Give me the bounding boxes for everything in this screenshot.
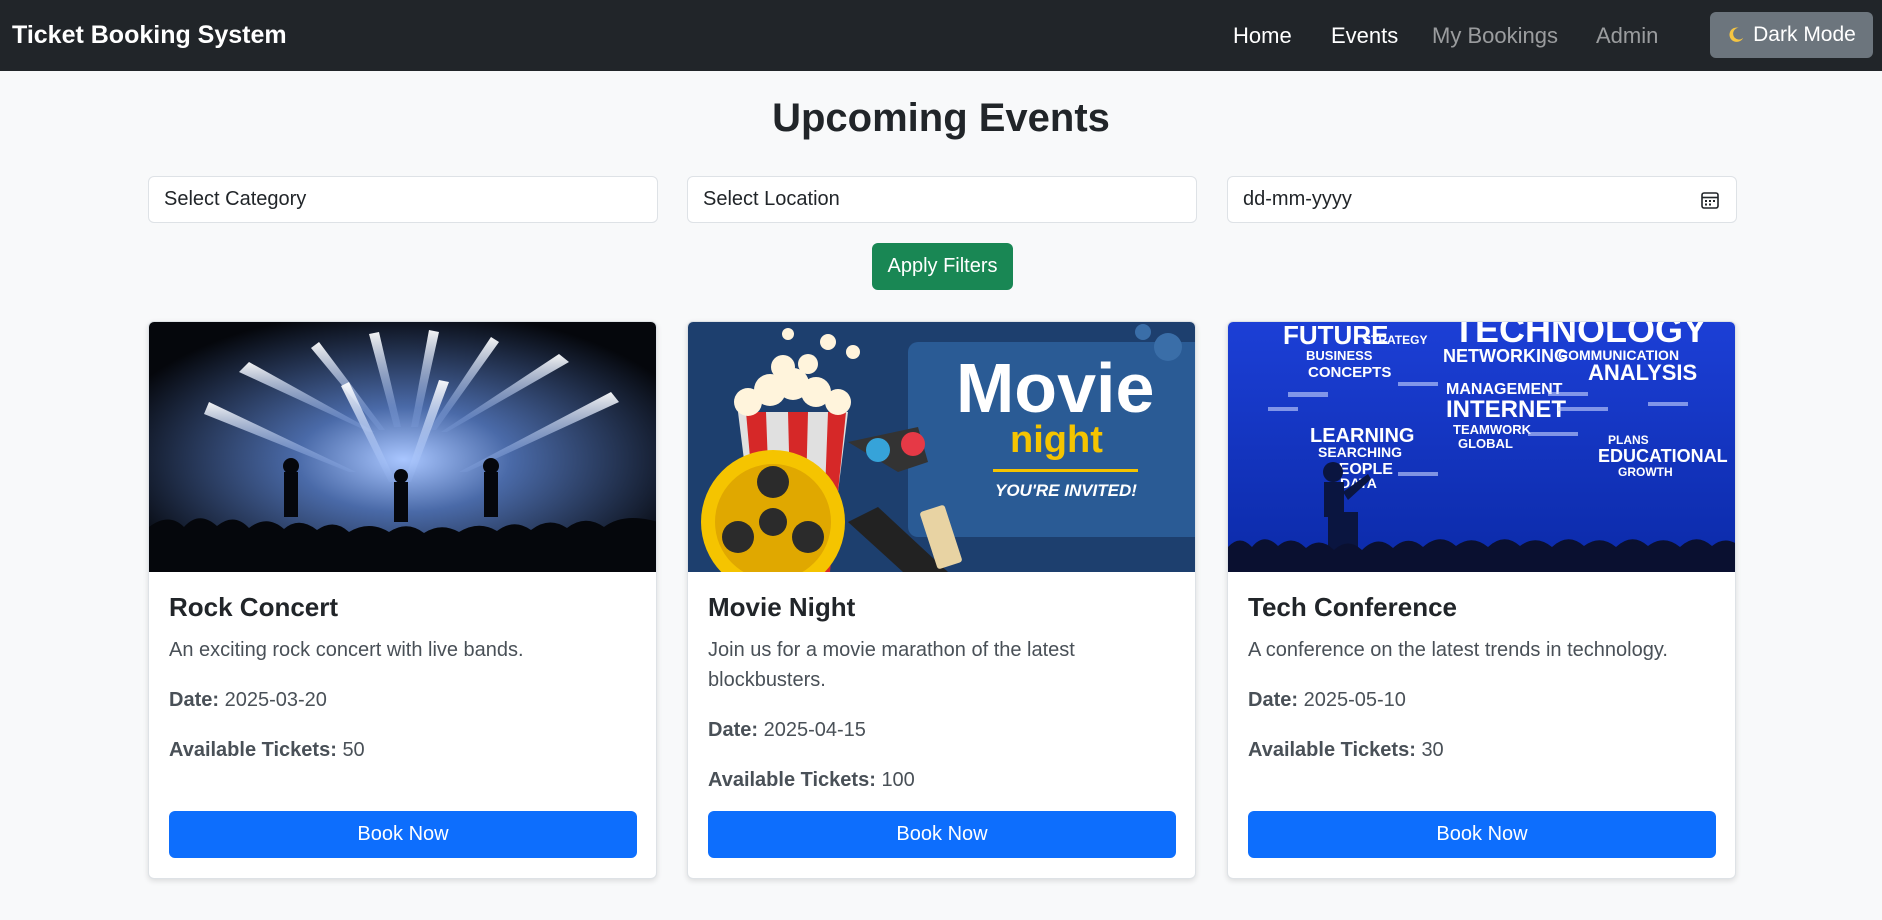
apply-filters-button[interactable]: Apply Filters xyxy=(872,243,1013,290)
event-tickets-label: Available Tickets: xyxy=(169,739,337,762)
navbar: Ticket Booking System Home Events My Boo… xyxy=(0,0,1882,71)
event-title: Movie Night xyxy=(708,592,856,622)
movie-image-tag: YOU'RE INVITED! xyxy=(995,481,1137,500)
page-title: Upcoming Events xyxy=(772,96,1110,140)
book-now-button[interactable]: Book Now xyxy=(169,811,637,858)
brand-title[interactable]: Ticket Booking System xyxy=(12,0,287,71)
event-date: Date: 2025-03-20 xyxy=(169,685,639,715)
event-tickets-label: Available Tickets: xyxy=(708,769,876,792)
tech-word: GLOBAL xyxy=(1458,436,1513,451)
event-card: Movie night YOU'RE INVITED! Movie Night … xyxy=(687,321,1196,879)
date-input[interactable]: dd-mm-yyyy xyxy=(1227,176,1737,223)
tech-word: NETWORKING xyxy=(1443,346,1568,366)
tech-word: PLANS xyxy=(1608,433,1649,447)
event-tickets-value: 30 xyxy=(1421,739,1444,762)
dark-mode-button[interactable]: Dark Mode xyxy=(1710,12,1873,58)
tech-word: STRATEGY xyxy=(1363,333,1427,347)
tech-word: GROWTH xyxy=(1618,465,1673,479)
event-description: A conference on the latest trends in tec… xyxy=(1248,639,1668,662)
movie-image-subtitle: night xyxy=(1010,419,1103,461)
movie-image-title: Movie xyxy=(956,349,1154,427)
event-description: An exciting rock concert with live bands… xyxy=(169,639,524,662)
event-date-label: Date: xyxy=(1248,689,1299,712)
event-tickets-value: 50 xyxy=(342,739,365,762)
nav-link-events[interactable]: Events xyxy=(1331,0,1398,71)
event-title: Tech Conference xyxy=(1248,592,1458,622)
event-title: Rock Concert xyxy=(169,592,339,622)
book-now-button[interactable]: Book Now xyxy=(1248,811,1716,858)
tech-word: ANALYSIS xyxy=(1588,360,1697,385)
event-description: Join us for a movie marathon of the late… xyxy=(708,639,1075,692)
location-select[interactable]: Select Location xyxy=(687,176,1197,223)
dark-mode-label: Dark Mode xyxy=(1753,23,1856,46)
tech-word: SEARCHING xyxy=(1318,444,1402,460)
tech-word: INTERNET xyxy=(1446,396,1566,423)
rock-concert-image xyxy=(149,322,656,572)
event-date-value: 2025-04-15 xyxy=(763,719,866,742)
tech-word: CONCEPTS xyxy=(1308,364,1391,381)
calendar-icon[interactable] xyxy=(1700,190,1720,210)
event-date: Date: 2025-05-10 xyxy=(1248,685,1718,715)
category-select[interactable]: Select Category xyxy=(148,176,658,223)
date-input-placeholder: dd-mm-yyyy xyxy=(1243,188,1352,210)
tech-word: TEAMWORK xyxy=(1453,422,1532,437)
event-tickets: Available Tickets: 30 xyxy=(1248,735,1718,765)
nav-link-my-bookings[interactable]: My Bookings xyxy=(1432,0,1558,71)
event-date-value: 2025-03-20 xyxy=(224,689,327,712)
tech-word: EDUCATIONAL xyxy=(1598,446,1728,466)
event-date: Date: 2025-04-15 xyxy=(708,715,1178,745)
event-date-value: 2025-05-10 xyxy=(1303,689,1406,712)
category-select-value: Select Category xyxy=(164,188,307,210)
event-date-label: Date: xyxy=(708,719,759,742)
event-card: Rock Concert An exciting rock concert wi… xyxy=(148,321,657,879)
event-card: TECHNOLOGY FUTURE NETWORKING COMMUNICATI… xyxy=(1227,321,1736,879)
nav-link-home[interactable]: Home xyxy=(1233,0,1292,71)
event-tickets-label: Available Tickets: xyxy=(1248,739,1416,762)
location-select-value: Select Location xyxy=(703,188,840,210)
tech-conference-image: TECHNOLOGY FUTURE NETWORKING COMMUNICATI… xyxy=(1228,322,1735,572)
movie-night-image: Movie night YOU'RE INVITED! xyxy=(688,322,1195,572)
event-tickets: Available Tickets: 100 xyxy=(708,765,1178,795)
event-tickets-value: 100 xyxy=(881,769,915,792)
book-now-button[interactable]: Book Now xyxy=(708,811,1176,858)
moon-icon xyxy=(1727,26,1745,44)
event-date-label: Date: xyxy=(169,689,220,712)
nav-link-admin[interactable]: Admin xyxy=(1596,0,1658,71)
tech-word: BUSINESS xyxy=(1306,348,1373,363)
event-tickets: Available Tickets: 50 xyxy=(169,735,639,765)
